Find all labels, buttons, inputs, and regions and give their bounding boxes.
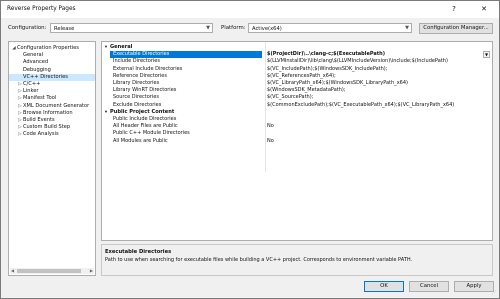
property-row[interactable]: Public C++ Module Directories xyxy=(102,130,492,137)
tree-item-general[interactable]: General xyxy=(9,52,95,59)
tree-item-label: C/C++ xyxy=(23,81,41,87)
property-name: Public Include Directories xyxy=(113,116,177,122)
tree-item-c-c-[interactable]: ▷C/C++ xyxy=(9,81,95,88)
property-row[interactable]: All Header Files are Public No xyxy=(102,123,492,130)
property-name: All Modules are Public xyxy=(113,137,168,144)
property-value[interactable]: $(VC_LibraryPath_x64);$(WindowsSDK_Libra… xyxy=(267,80,492,87)
scroll-left-icon[interactable]: ◀ xyxy=(11,268,14,273)
property-row[interactable]: All Modules are Public No xyxy=(102,138,492,145)
tree-item-label: Browse Information xyxy=(23,109,73,116)
help-button[interactable]: ? xyxy=(447,4,461,15)
category-public-project-content[interactable]: ▾ Public Project Content xyxy=(102,109,492,116)
property-name: All Header Files are Public xyxy=(113,123,178,130)
property-grid: ▾ General Executable Directories $(ProjectD… xyxy=(101,41,493,241)
tree-item-label: VC++ Directories xyxy=(23,73,68,80)
window-title: Reverse Property Pages xyxy=(7,6,76,12)
tree-item-label: Custom Build Step xyxy=(23,124,71,131)
property-row[interactable]: Public Include Directories xyxy=(102,116,492,123)
collapse-arrow-icon[interactable]: ▾ xyxy=(102,109,110,116)
tree-item-advanced[interactable]: Advanced xyxy=(9,59,95,66)
property-row[interactable]: Library Directories $(VC_LibraryPath_x64)… xyxy=(102,80,492,87)
tree-item-vc-directories[interactable]: VC++ Directories xyxy=(9,73,95,81)
description-text: Path to use when searching for executabl… xyxy=(105,257,413,263)
property-value[interactable]: $(VC_SourcePath); xyxy=(267,94,492,101)
scroll-thumb[interactable] xyxy=(17,269,81,273)
property-name: Include Directories xyxy=(113,58,160,65)
property-row[interactable]: Reference Directories $(VC_ReferencesPath… xyxy=(102,73,492,80)
cancel-button[interactable]: Cancel xyxy=(409,281,449,292)
tree-item-custom-build-step[interactable]: ▷Custom Build Step xyxy=(9,124,95,131)
close-button[interactable]: ✕ xyxy=(477,4,491,15)
property-value[interactable]: No xyxy=(267,123,492,130)
scroll-right-icon[interactable]: ▶ xyxy=(90,268,93,273)
tree-item-label: Advanced xyxy=(23,59,49,66)
tree-item-label: Configuration Properties xyxy=(17,45,79,51)
ok-button[interactable]: OK xyxy=(364,281,404,292)
tree-item-configuration-properties[interactable]: ◢Configuration Properties xyxy=(9,45,95,52)
property-pages-dialog: Reverse Property Pages ? ✕ Configuration… xyxy=(0,0,500,299)
property-name: Exclude Directories xyxy=(113,101,162,108)
property-name: External Include Directories xyxy=(113,65,183,72)
apply-button[interactable]: Apply xyxy=(454,281,494,292)
tree-item-code-analysis[interactable]: ▷Code Analysis xyxy=(9,131,95,138)
configuration-select[interactable]: Release ▼ xyxy=(50,23,213,33)
property-tree: ◢Configuration Properties General Advanced… xyxy=(8,41,96,276)
category-general[interactable]: ▾ General xyxy=(102,44,492,51)
property-row[interactable]: Exclude Directories $(CommonExcludePath);… xyxy=(102,102,492,109)
tree-item-debugging[interactable]: Debugging xyxy=(9,67,95,74)
description-title: Executable Directories xyxy=(105,249,172,255)
tree-item-browse-information[interactable]: ▷Browse Information xyxy=(9,110,95,117)
tree-item-label: Linker xyxy=(23,88,39,95)
property-row[interactable]: Library WinRT Directories $(WindowsSDK_Me… xyxy=(102,87,492,94)
category-label: General xyxy=(110,44,133,50)
property-value[interactable]: No xyxy=(267,138,492,145)
property-row[interactable]: External Include Directories $(VC_Include… xyxy=(102,66,492,73)
platform-value: Active(x64) xyxy=(252,25,282,32)
tree-item-manifest-tool[interactable]: ▷Manifest Tool xyxy=(9,95,95,102)
property-name: Library Directories xyxy=(113,80,160,86)
property-name: Executable Directories xyxy=(110,51,262,59)
property-value[interactable]: $(ProjectDir)\..\clang-c;$(ExecutablePat… xyxy=(267,51,492,58)
category-label: Public Project Content xyxy=(110,108,175,115)
property-value[interactable]: $(VC_ReferencesPath_x64); xyxy=(267,73,492,80)
property-value[interactable]: $(LLVMInstallDir)\lib\clang\$(LLVMInclud… xyxy=(267,58,492,65)
property-value[interactable]: $(VC_IncludePath);$(WindowsSDK_IncludePa… xyxy=(267,66,492,73)
property-value[interactable]: $(CommonExcludePath);$(VC_ExecutablePath… xyxy=(267,102,492,109)
configuration-row: Configuration: Release ▼ Platform: Activ… xyxy=(1,21,499,35)
property-name: Reference Directories xyxy=(113,72,167,79)
tree-item-linker[interactable]: ▷Linker xyxy=(9,88,95,95)
collapse-arrow-icon[interactable]: ▾ xyxy=(102,44,110,51)
tree-item-label: Code Analysis xyxy=(23,131,59,138)
property-name: Library WinRT Directories xyxy=(113,87,177,94)
tree-item-label: XML Document Generator xyxy=(23,102,90,109)
tree-item-label: Build Events xyxy=(23,117,55,123)
configuration-label: Configuration: xyxy=(8,25,47,31)
platform-label: Platform: xyxy=(221,25,246,31)
tree-horizontal-scrollbar[interactable]: ◀ ▶ xyxy=(10,268,94,274)
title-bar: Reverse Property Pages ? ✕ xyxy=(1,1,499,18)
chevron-down-icon: ▼ xyxy=(405,25,409,31)
configuration-manager-button[interactable]: Configuration Manager... xyxy=(419,23,493,34)
chevron-down-icon: ▼ xyxy=(206,25,210,31)
property-name: Public C++ Module Directories xyxy=(113,130,190,137)
property-row[interactable]: Executable Directories $(ProjectDir)\..\c… xyxy=(102,51,492,59)
platform-select[interactable]: Active(x64) ▼ xyxy=(248,23,412,33)
resize-grip-icon[interactable]: ⋰ xyxy=(492,290,497,296)
property-value[interactable]: $(WindowsSDK_MetadataPath); xyxy=(267,87,492,94)
tree-item-label: Manifest Tool xyxy=(23,95,57,102)
configuration-value: Release xyxy=(54,25,75,32)
property-row[interactable]: Include Directories $(LLVMInstallDir)\lib… xyxy=(102,58,492,65)
tree-item-label: General xyxy=(23,52,44,59)
description-panel: Executable Directories Path to use when … xyxy=(101,244,493,276)
tree-item-xml-document-generator[interactable]: ▷XML Document Generator xyxy=(9,103,95,110)
tree-item-label: Debugging xyxy=(23,66,51,73)
property-name: Source Directories xyxy=(113,94,159,101)
tree-item-build-events[interactable]: ▷Build Events xyxy=(9,117,95,124)
value-dropdown-icon[interactable]: ▼ xyxy=(483,51,490,59)
property-row[interactable]: Source Directories $(VC_SourcePath); xyxy=(102,94,492,101)
